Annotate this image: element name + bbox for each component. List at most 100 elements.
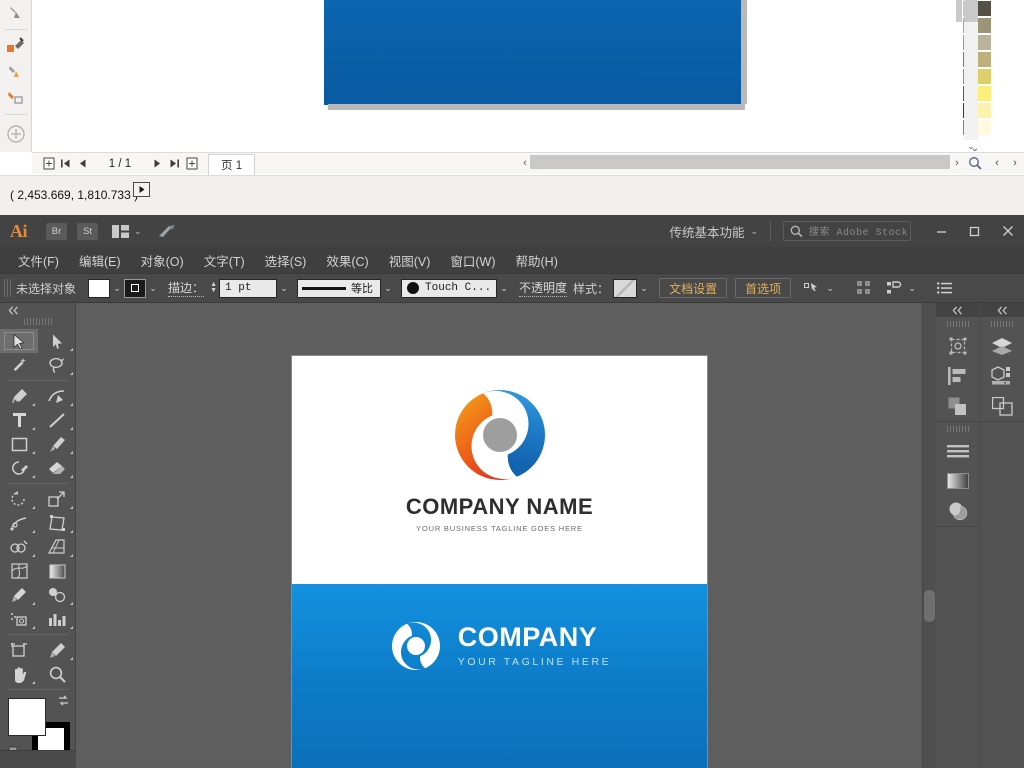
hand-tool[interactable] [0,662,38,686]
menu-help[interactable]: 帮助(H) [506,248,568,273]
shape-builder-tool[interactable] [0,535,38,559]
menu-edit[interactable]: 编辑(E) [69,248,131,273]
swatch[interactable] [977,51,992,68]
hscroll-nav-buttons[interactable]: ‹ › [988,154,1024,172]
paintbrush-tool[interactable] [38,432,76,456]
mesh-fill-tool[interactable] [0,85,32,111]
brush-definition-select[interactable]: Touch C... [401,278,498,298]
prev-page-button[interactable] [74,155,91,173]
selection-tool[interactable] [0,329,38,353]
align-icon[interactable] [853,278,875,298]
shaper-tool[interactable] [0,456,38,480]
hscroll-right-button[interactable]: › [950,155,964,171]
control-bar-grip[interactable] [4,279,12,297]
panel-libraries[interactable] [980,361,1024,391]
panel-group-grip[interactable] [946,321,969,327]
graphic-style-swatch[interactable] [613,278,638,298]
collapse-tools-button[interactable] [0,303,75,317]
perspective-grid-tool[interactable] [38,535,76,559]
panel-group-grip[interactable] [946,426,969,432]
rotate-tool[interactable] [0,487,38,511]
chevron-down-icon[interactable]: ⌄ [146,279,160,298]
panel-stroke[interactable] [936,436,979,466]
width-tool[interactable] [0,511,38,535]
slice-knife-tool[interactable] [38,638,76,662]
panel-artboards[interactable] [980,391,1024,421]
page-tab-1[interactable]: 页 1 [208,154,256,175]
artboard-tool[interactable] [0,638,38,662]
add-page-before-button[interactable] [40,155,57,173]
stroke-color-swatch[interactable] [124,278,147,298]
workspace-switcher[interactable]: 传统基本功能 [669,222,744,241]
canvas-vscroll-thumb[interactable] [924,590,935,622]
panel-gradient[interactable] [936,466,979,496]
menu-window[interactable]: 窗口(W) [440,248,505,273]
collapse-panels-button-2[interactable] [980,303,1024,317]
panel-properties[interactable] [936,331,979,361]
chevron-down-icon[interactable]: ⌄ [381,279,395,298]
chevron-down-icon[interactable]: ⌄ [823,279,837,298]
symbol-sprayer-tool[interactable] [0,607,38,631]
chevron-down-icon[interactable]: ⌄ [905,279,919,298]
panel-transparency[interactable] [936,496,979,526]
document-canvas[interactable]: COMPANY NAME YOUR BUSINESS TAGLINE GOES … [76,303,936,768]
bridge-launch-button[interactable]: Br [46,222,67,240]
fill-color-box[interactable] [8,698,46,736]
panel-pathfinder[interactable] [936,391,979,421]
opacity-label[interactable]: 不透明度 [519,279,568,297]
blend-tool[interactable] [38,583,76,607]
swatch[interactable] [977,34,992,51]
stroke-weight-label[interactable]: 描边： [168,279,205,297]
swatch[interactable] [977,68,992,85]
swatch[interactable] [977,119,992,136]
canvas-vertical-scrollbar[interactable] [922,303,936,768]
zoom-tool[interactable] [38,662,76,686]
distribute-icon[interactable] [883,278,905,298]
swatch[interactable] [977,85,992,102]
interactive-fill-tool[interactable] [0,59,32,85]
type-tool[interactable] [0,408,38,432]
tools-panel-grip[interactable] [23,318,52,325]
nav-next[interactable]: › [1013,157,1017,169]
eyedropper-tool[interactable] [0,583,38,607]
swatch[interactable] [977,0,992,17]
chevron-down-icon[interactable]: ⌄ [277,279,291,298]
menu-file[interactable]: 文件(F) [8,248,69,273]
top-window-vscroll-down[interactable]: ⌄ [964,140,978,152]
stroke-weight-input[interactable]: 1 pt [219,278,278,298]
menu-effect[interactable]: 效果(C) [316,248,378,273]
scale-tool[interactable] [38,487,76,511]
pen-tool[interactable] [0,384,38,408]
stroke-profile-select[interactable]: 等比 [297,278,382,298]
panel-menu-icon[interactable] [933,278,955,298]
curvature-tool[interactable] [38,384,76,408]
collapse-panels-button-1[interactable] [936,303,979,317]
chevron-down-icon[interactable]: ⌄ [110,279,124,298]
panel-group-grip[interactable] [991,321,1013,327]
menu-view[interactable]: 视图(V) [379,248,441,273]
eraser-tool[interactable] [38,456,76,480]
document-setup-button[interactable]: 文档设置 [659,278,728,298]
smart-fill-tool[interactable] [0,0,32,26]
free-transform-tool[interactable] [38,511,76,535]
chevron-down-icon[interactable]: ⌄ [497,279,511,298]
fill-color-swatch[interactable] [88,278,111,298]
menu-object[interactable]: 对象(O) [131,248,194,273]
mesh-tool[interactable] [0,559,38,583]
minimize-button[interactable] [925,215,958,247]
lasso-tool[interactable] [38,353,76,377]
select-similar-icon[interactable] [801,278,823,298]
logo-lockup[interactable]: COMPANY NAME YOUR BUSINESS TAGLINE GOES … [292,382,707,533]
swap-fill-stroke-icon[interactable] [57,694,70,707]
maximize-button[interactable] [958,215,991,247]
first-page-button[interactable] [57,155,74,173]
chevron-down-icon[interactable]: ⌄ [637,279,651,298]
nav-prev[interactable]: ‹ [995,157,999,169]
adobe-stock-search[interactable]: 搜索 Adobe Stock [783,221,911,241]
direct-selection-tool[interactable] [38,329,76,353]
preferences-button[interactable]: 首选项 [735,278,792,298]
hscroll-zoom-icon[interactable] [966,154,984,172]
menu-select[interactable]: 选择(S) [255,248,317,273]
arrange-documents-button[interactable]: ⌄ [112,224,142,238]
swatch[interactable] [977,102,992,119]
